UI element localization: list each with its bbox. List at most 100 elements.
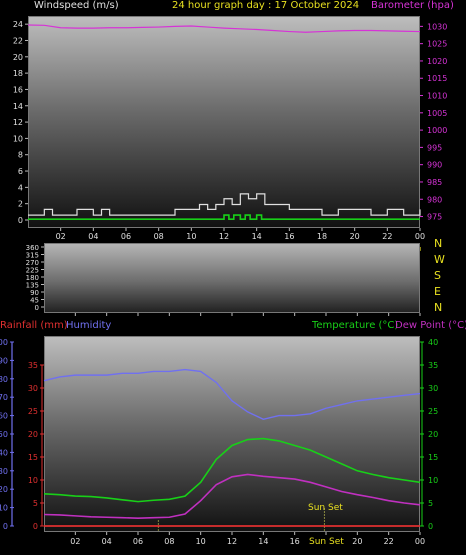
compass-n-top: N xyxy=(434,237,443,250)
dir-y-tick-label: 45 xyxy=(30,297,39,305)
rain-tick-label: 25 xyxy=(28,407,38,416)
humidity-tick-label: 10 xyxy=(0,504,8,513)
sunset-label: Sun Set xyxy=(308,503,343,513)
y-right-tick-label: 1010 xyxy=(427,92,447,101)
sunset-axis-label: Sun Set xyxy=(309,537,344,547)
temperature-title: Temperature (°C) xyxy=(312,320,399,331)
barometer-title: Barometer (hpa) xyxy=(371,0,454,11)
rain-tick-label: 35 xyxy=(28,361,38,370)
compass-labels: N W S E N xyxy=(434,238,448,318)
compass-e: E xyxy=(434,285,441,298)
windspeed-panel xyxy=(28,16,420,228)
temp-tick-label: 25 xyxy=(428,407,438,416)
x-tick-label: 12 xyxy=(227,537,237,546)
y-left-tick-label: 10 xyxy=(13,134,23,143)
y-left-tick-label: 2 xyxy=(18,200,23,209)
y-left-tick-label: 0 xyxy=(18,216,23,225)
rainfall-title: Rainfall (mm) xyxy=(0,320,68,331)
y-left-tick-label: 20 xyxy=(13,53,23,62)
compass-n-bottom: N xyxy=(434,301,443,314)
temperature-panel xyxy=(44,336,420,532)
rain-tick-label: 0 xyxy=(33,522,38,531)
dir-y-tick-label: 360 xyxy=(26,244,39,252)
compass-s: S xyxy=(434,269,441,282)
wind-direction-panel xyxy=(44,243,420,313)
dir-y-tick-label: 270 xyxy=(26,259,39,267)
x-tick-label: 00 xyxy=(415,232,425,241)
temp-tick-label: 15 xyxy=(428,453,438,462)
y-right-tick-label: 995 xyxy=(427,143,442,152)
humidity-tick-label: 20 xyxy=(0,485,8,494)
x-tick-label: 10 xyxy=(186,232,196,241)
y-right-tick-label: 1000 xyxy=(427,126,447,135)
x-tick-label: 18 xyxy=(317,232,327,241)
y-left-tick-label: 14 xyxy=(13,102,23,111)
dir-y-tick-label: 0 xyxy=(35,304,39,312)
y-left-tick-label: 6 xyxy=(18,167,23,176)
y-right-tick-label: 985 xyxy=(427,178,442,187)
humidity-tick-label: 100 xyxy=(0,338,8,347)
rain-tick-label: 20 xyxy=(28,430,38,439)
humidity-tick-label: 30 xyxy=(0,467,8,476)
x-tick-label: 04 xyxy=(88,232,98,241)
y-left-tick-label: 24 xyxy=(13,20,23,29)
windspeed-title: Windspeed (m/s) xyxy=(34,0,119,11)
x-tick-label: 00 xyxy=(415,537,425,546)
x-tick-label: 06 xyxy=(133,537,143,546)
y-right-tick-label: 1015 xyxy=(427,74,447,83)
dir-y-tick-label: 315 xyxy=(26,252,39,260)
y-left-tick-label: 8 xyxy=(18,151,23,160)
x-tick-label: 06 xyxy=(121,232,131,241)
rain-tick-label: 10 xyxy=(28,476,38,485)
humidity-tick-label: 50 xyxy=(0,430,8,439)
rain-tick-label: 30 xyxy=(28,384,38,393)
dir-y-tick-label: 90 xyxy=(30,289,39,297)
dewpoint-title: Dew Point (°C) xyxy=(395,320,466,331)
x-tick-label: 22 xyxy=(382,232,392,241)
temp-tick-label: 35 xyxy=(428,361,438,370)
temp-tick-label: 0 xyxy=(428,522,433,531)
temp-tick-label: 20 xyxy=(428,430,438,439)
x-tick-label: 02 xyxy=(70,537,80,546)
dir-y-tick-label: 135 xyxy=(26,282,39,290)
x-tick-label: 04 xyxy=(102,537,112,546)
temp-tick-label: 10 xyxy=(428,476,438,485)
compass-w: W xyxy=(434,253,445,266)
y-left-tick-label: 4 xyxy=(18,183,23,192)
humidity-tick-label: 70 xyxy=(0,393,8,402)
y-right-tick-label: 1020 xyxy=(427,57,447,66)
y-left-tick-label: 22 xyxy=(13,36,23,45)
x-tick-label: 20 xyxy=(350,232,360,241)
humidity-tick-label: 60 xyxy=(0,412,8,421)
x-tick-label: 20 xyxy=(352,537,362,546)
x-tick-label: 14 xyxy=(252,232,262,241)
y-right-tick-label: 1005 xyxy=(427,109,447,118)
x-tick-label: 16 xyxy=(290,537,300,546)
dir-y-tick-label: 225 xyxy=(26,267,39,275)
x-tick-label: 22 xyxy=(384,537,394,546)
x-tick-label: 02 xyxy=(56,232,66,241)
graph-date-title: 24 hour graph day : 17 October 2024 xyxy=(172,0,360,11)
humidity-tick-label: 40 xyxy=(0,448,8,457)
x-tick-label: 14 xyxy=(258,537,268,546)
humidity-tick-label: 90 xyxy=(0,356,8,365)
rain-tick-label: 15 xyxy=(28,453,38,462)
y-left-tick-label: 12 xyxy=(13,118,23,127)
y-left-tick-label: 16 xyxy=(13,85,23,94)
x-tick-label: 08 xyxy=(164,537,174,546)
humidity-tick-label: 0 xyxy=(3,522,8,531)
x-tick-label: 08 xyxy=(154,232,164,241)
dir-y-tick-label: 180 xyxy=(26,274,39,282)
x-tick-label: 12 xyxy=(219,232,229,241)
temp-tick-label: 40 xyxy=(428,338,438,347)
y-right-tick-label: 980 xyxy=(427,195,442,204)
temp-tick-label: 30 xyxy=(428,384,438,393)
temp-tick-label: 5 xyxy=(428,499,433,508)
x-tick-label: 16 xyxy=(284,232,294,241)
x-tick-label: 10 xyxy=(196,537,206,546)
y-right-tick-label: 1030 xyxy=(427,22,447,31)
y-right-tick-label: 975 xyxy=(427,213,442,222)
humidity-title: Humidity xyxy=(66,320,112,331)
rain-tick-label: 5 xyxy=(33,499,38,508)
y-left-tick-label: 18 xyxy=(13,69,23,78)
